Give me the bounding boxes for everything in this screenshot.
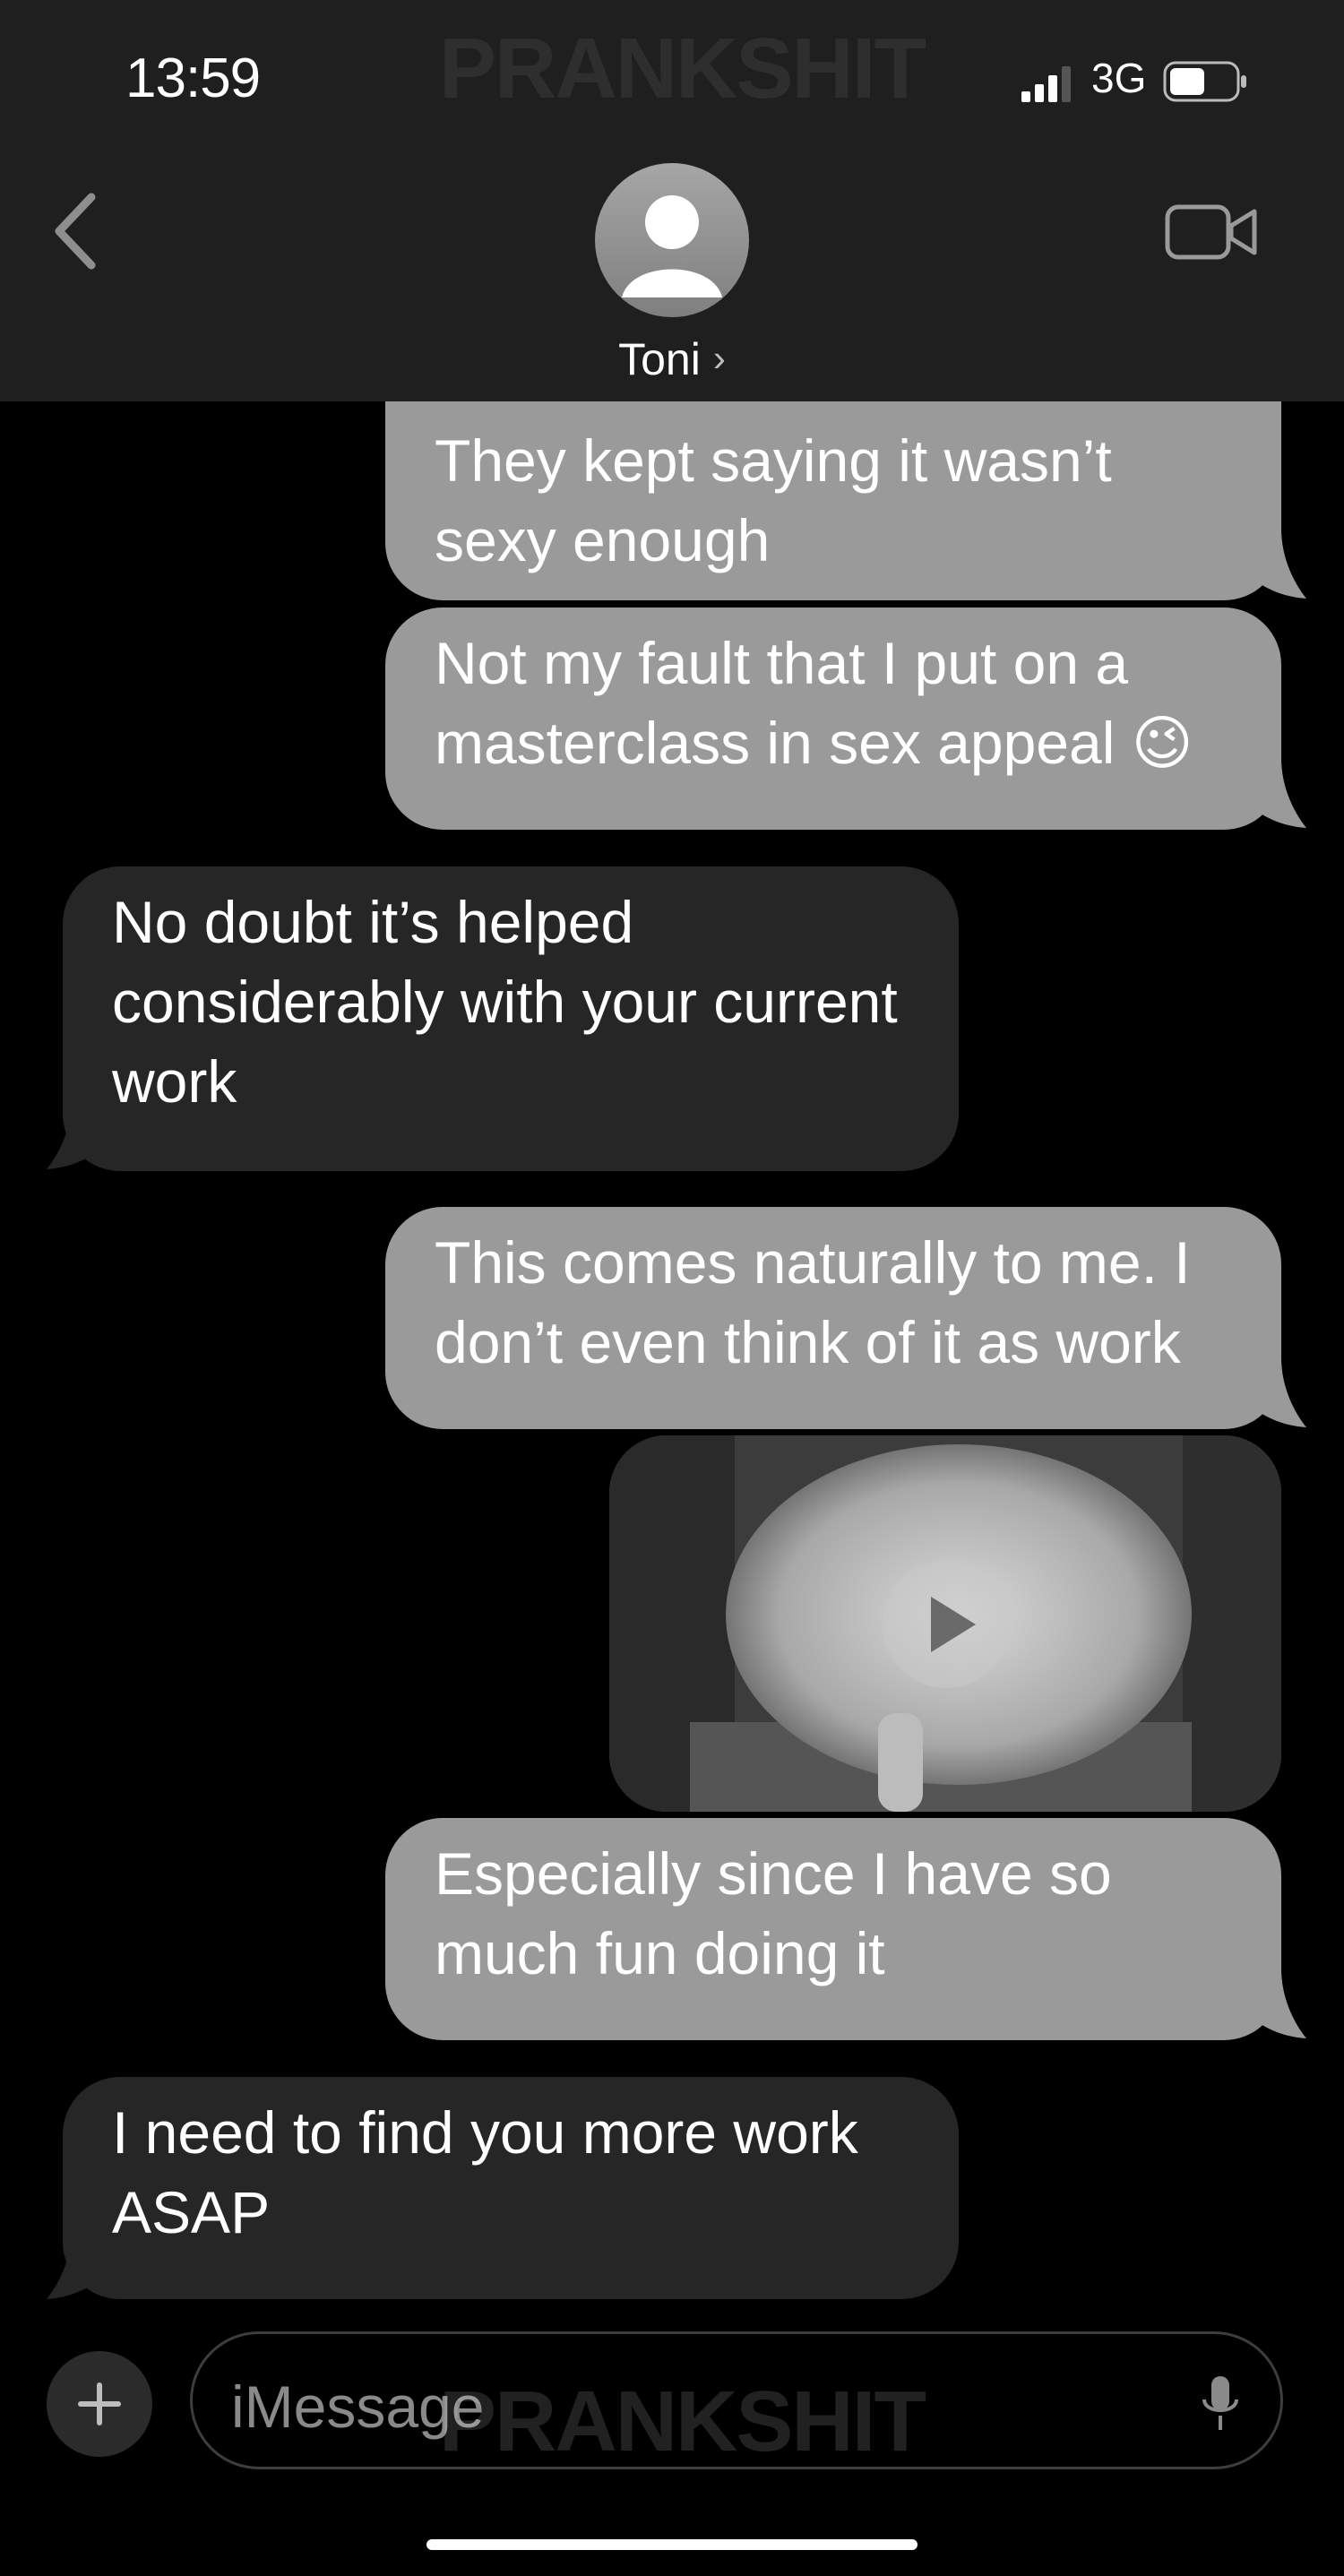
home-indicator[interactable] — [426, 2539, 918, 2550]
bubble-tail — [1245, 1357, 1306, 1427]
battery-icon — [1163, 61, 1246, 102]
chevron-right-icon: › — [712, 337, 726, 379]
video-call-icon[interactable] — [1165, 202, 1258, 262]
bubble-tail — [47, 2229, 108, 2299]
plus-icon[interactable] — [47, 2351, 152, 2457]
message-bubble-sent[interactable]: This comes naturally to me. I don’t even… — [385, 1207, 1281, 1429]
watermark: PRANKSHIT — [439, 21, 926, 116]
message-bubble-sent[interactable]: Not my fault that I put on a masterclass… — [385, 607, 1281, 830]
message-bubble-received[interactable]: I need to find you more work ASAP — [63, 2077, 959, 2299]
watermark: PRANKSHIT — [439, 2374, 926, 2469]
message-text: No doubt it’s helped considerably with y… — [112, 889, 898, 1115]
play-icon[interactable] — [883, 1561, 1010, 1688]
network-type: 3G — [1091, 55, 1147, 101]
message-text: Especially since I have so much fun doin… — [435, 1840, 1112, 1986]
message-bubble-sent[interactable]: Especially since I have so much fun doin… — [385, 1818, 1281, 2040]
avatar-icon[interactable] — [595, 163, 749, 317]
bubble-tail — [1245, 529, 1306, 599]
message-bubble-received[interactable]: No doubt it’s helped considerably with y… — [63, 866, 959, 1171]
signal-icon — [1021, 63, 1075, 102]
contact-name: Toni — [618, 334, 701, 384]
bubble-tail — [1245, 1969, 1306, 2038]
message-text: They kept saying it wasn’t sexy enough — [435, 427, 1112, 573]
back-chevron-icon[interactable] — [47, 188, 104, 274]
mic-icon[interactable] — [1201, 2374, 1240, 2435]
status-time: 13:59 — [125, 47, 261, 109]
message-text: Not my fault that I put on a masterclass… — [435, 630, 1193, 776]
bubble-tail — [1245, 758, 1306, 828]
contact-name-button[interactable]: Toni › — [582, 333, 762, 385]
message-text: This comes naturally to me. I don’t even… — [435, 1229, 1191, 1375]
bubble-tail — [47, 1099, 108, 1169]
message-bubble-sent[interactable]: They kept saying it wasn’t sexy enough — [385, 401, 1281, 600]
message-text: I need to find you more work ASAP — [112, 2099, 858, 2245]
